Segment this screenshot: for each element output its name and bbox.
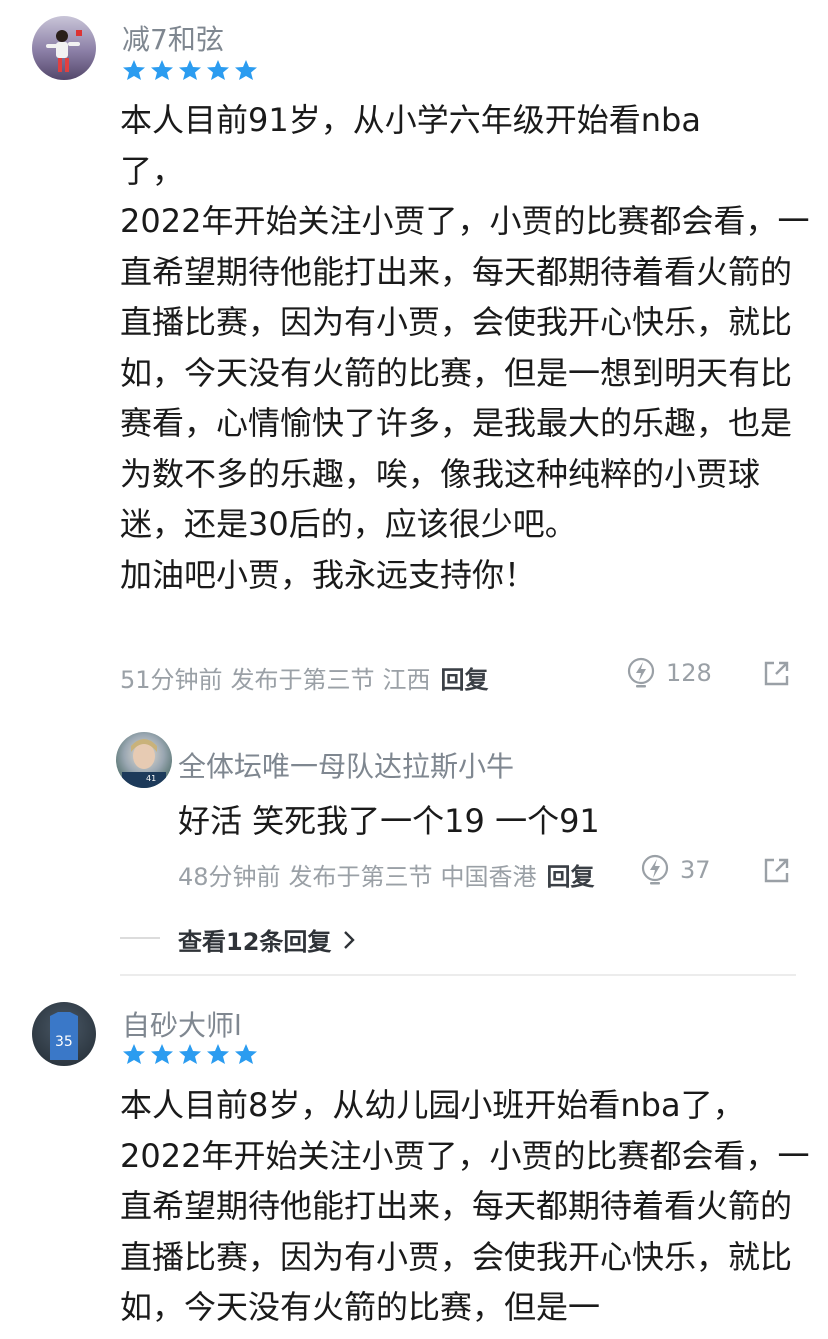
comment-paragraph: 本人目前8岁，从幼儿园小班开始看nba了， bbox=[120, 1086, 745, 1124]
avatar[interactable] bbox=[32, 16, 96, 80]
comment-body: 本人目前91岁，从小学六年级开始看nba了， 2022年开始关注小贾了，小贾的比… bbox=[120, 95, 809, 600]
star-icon bbox=[235, 1044, 257, 1064]
view-replies-button[interactable]: 查看12条回复 bbox=[178, 922, 359, 957]
location: 中国香港 bbox=[440, 863, 537, 891]
like-bolt-icon bbox=[627, 657, 655, 688]
svg-text:35: 35 bbox=[55, 1034, 73, 1050]
svg-text:41: 41 bbox=[146, 774, 156, 783]
rating-stars bbox=[122, 1043, 258, 1065]
star-icon bbox=[151, 1044, 173, 1064]
timestamp: 48分钟前 bbox=[178, 863, 281, 891]
view-replies-label: 查看12条回复 bbox=[178, 928, 332, 956]
share-icon[interactable] bbox=[762, 660, 790, 688]
username[interactable]: 自砂大师l bbox=[122, 1004, 242, 1044]
username[interactable]: 全体坛唯一母队达拉斯小牛 bbox=[178, 745, 514, 785]
posted-in: 发布于第三节 bbox=[230, 666, 375, 694]
timestamp: 51分钟前 bbox=[120, 666, 223, 694]
avatar-portrait-icon: 41 bbox=[122, 739, 166, 788]
star-icon bbox=[123, 60, 145, 80]
reply-meta: 48分钟前 发布于第三节 中国香港 回复 bbox=[178, 857, 595, 892]
star-icon bbox=[179, 60, 201, 80]
like-bolt-icon bbox=[641, 854, 669, 885]
posted-in: 发布于第三节 bbox=[288, 863, 433, 891]
avatar-jersey-icon: 35 bbox=[50, 1012, 78, 1060]
star-icon bbox=[123, 1044, 145, 1064]
like-count: 128 bbox=[666, 659, 712, 687]
comment-paragraph: 本人目前91岁，从小学六年级开始看nba了， bbox=[120, 101, 701, 190]
like-count: 37 bbox=[680, 856, 711, 884]
like-button[interactable]: 128 bbox=[626, 656, 712, 690]
chevron-right-icon bbox=[344, 930, 356, 949]
star-icon bbox=[207, 1044, 229, 1064]
reply-text: 好活 笑死我了一个19 一个91 bbox=[178, 802, 600, 840]
comment-divider bbox=[120, 974, 796, 976]
comment-meta: 51分钟前 发布于第三节 江西 回复 bbox=[120, 660, 489, 695]
reply-button[interactable]: 回复 bbox=[547, 857, 595, 892]
comment-body: 本人目前8岁，从幼儿园小班开始看nba了， 2022年开始关注小贾了，小贾的比赛… bbox=[120, 1080, 810, 1333]
comment-paragraph: 2022年开始关注小贾了，小贾的比赛都会看，一直希望期待他能打出来，每天都期待着… bbox=[120, 1136, 810, 1327]
rating-stars bbox=[122, 59, 258, 81]
avatar-figure-icon bbox=[46, 30, 82, 72]
reply-button[interactable]: 回复 bbox=[441, 660, 489, 695]
username[interactable]: 减7和弦 bbox=[122, 18, 224, 58]
comment-paragraph: 加油吧小贾，我永远支持你！ bbox=[120, 555, 537, 594]
avatar[interactable]: 41 bbox=[116, 732, 172, 788]
share-icon[interactable] bbox=[762, 857, 790, 885]
view-replies-divider bbox=[120, 937, 160, 939]
location: 江西 bbox=[382, 666, 431, 694]
star-icon bbox=[207, 60, 229, 80]
star-icon bbox=[235, 60, 257, 80]
star-icon bbox=[151, 60, 173, 80]
star-icon bbox=[179, 1044, 201, 1064]
comment-paragraph: 2022年开始关注小贾了，小贾的比赛都会看，一直希望期待他能打出来，每天都期待着… bbox=[120, 202, 810, 543]
like-button[interactable]: 37 bbox=[640, 853, 711, 887]
avatar[interactable]: 35 bbox=[32, 1002, 96, 1066]
